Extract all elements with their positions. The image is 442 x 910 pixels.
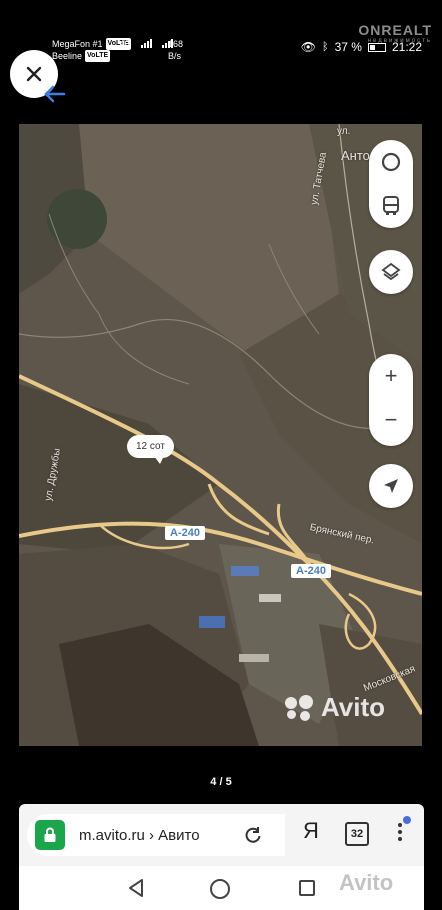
map-layer-controls	[369, 140, 413, 228]
volte-badge-2: VoLTE	[85, 50, 111, 62]
carrier-2: Beeline	[52, 51, 83, 61]
locate-button[interactable]	[369, 464, 413, 508]
watermark-text: ONREALT	[358, 22, 432, 38]
signal-icon	[140, 38, 152, 48]
zoom-controls: + −	[369, 354, 413, 446]
road-badge-a240-east: A-240	[291, 564, 331, 578]
browser-toolbar: m.avito.ru › Авито Я 32	[19, 804, 424, 866]
battery-icon	[367, 42, 386, 52]
reload-icon[interactable]	[243, 825, 263, 845]
layers-button[interactable]	[369, 250, 413, 294]
screen: ONREALT недвижимость MegaFon #1 VoLTE Bee…	[0, 0, 442, 910]
battery-percent: 37 %	[334, 40, 362, 54]
speed-unit: B/s	[168, 51, 182, 61]
map-view[interactable]: ул. ул. Татчева Антоновка ул. Дружбы Бря…	[19, 124, 422, 746]
minus-icon: −	[384, 407, 398, 432]
traffic-circle-icon	[381, 152, 401, 172]
bus-icon	[383, 196, 399, 215]
menu-icon[interactable]	[395, 820, 405, 850]
satellite-terrain	[19, 124, 422, 746]
avito-dots-icon	[285, 694, 315, 721]
carriers: MegaFon #1 VoLTE Beeline VoLTE	[52, 38, 131, 62]
close-icon	[26, 66, 42, 82]
traffic-button[interactable]	[369, 140, 413, 184]
road-badge-a240-west: A-240	[165, 526, 205, 540]
plot-marker[interactable]: 12 сот	[127, 435, 174, 464]
avito-watermark-text: Avito	[321, 692, 386, 722]
avito-footer-watermark: Avito	[339, 870, 394, 895]
lock-icon	[44, 827, 56, 842]
yandex-button[interactable]: Я	[303, 818, 319, 844]
image-counter: 4 / 5	[210, 776, 232, 788]
address-bar[interactable]: m.avito.ru › Авито	[27, 814, 285, 856]
network-type: 4G	[120, 39, 131, 48]
zoom-out-button[interactable]: −	[369, 398, 413, 442]
plus-icon: +	[384, 363, 398, 388]
url-text: m.avito.ru › Авито	[79, 826, 200, 844]
layers-icon	[381, 262, 401, 281]
eye-icon: 👁	[300, 40, 316, 54]
system-nav-bar: Avito	[19, 866, 424, 910]
bluetooth-icon: ᛒ	[322, 41, 329, 53]
clock: 21:22	[391, 40, 422, 54]
notification-dot	[403, 816, 411, 824]
nav-back-icon[interactable]	[127, 878, 145, 898]
arrow-left-icon[interactable]	[42, 84, 66, 104]
tabs-button[interactable]: 32	[345, 822, 369, 846]
avito-watermark: Avito	[285, 692, 385, 723]
signal-icons: 4G	[120, 38, 173, 48]
map-label-street-top: ул.	[337, 126, 351, 137]
status-right: 👁 ᛒ 37 % 21:22	[301, 40, 422, 54]
nav-recent-icon[interactable]	[299, 880, 315, 896]
transit-button[interactable]	[369, 184, 413, 228]
nav-home-icon[interactable]	[210, 879, 230, 899]
status-bar: ONREALT недвижимость MegaFon #1 VoLTE Bee…	[0, 0, 442, 62]
location-arrow-icon	[384, 479, 398, 493]
net-speed: 168 B/s	[168, 38, 183, 62]
zoom-in-button[interactable]: +	[369, 354, 413, 398]
secure-badge[interactable]	[35, 820, 65, 850]
speed-value: 168	[168, 39, 184, 49]
carrier-1: MegaFon #1	[52, 39, 103, 49]
